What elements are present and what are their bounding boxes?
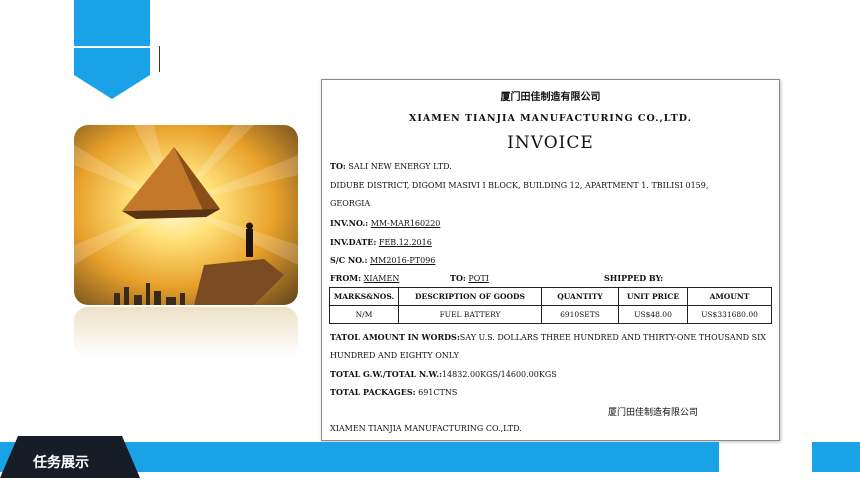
photo-reflection xyxy=(74,307,298,357)
column-header: MARKS&NOS. xyxy=(329,287,399,306)
column-header: UNIT PRICE xyxy=(618,287,688,306)
column-header: QUANTITY xyxy=(541,287,619,306)
invoice-title: INVOICE xyxy=(507,133,594,153)
goods-table: MARKS&NOS. DESCRIPTION OF GOODS QUANTITY… xyxy=(329,287,772,324)
address-line-2: GEORGIA xyxy=(330,199,371,208)
to-line: TO: SALI NEW ENERGY LTD. xyxy=(330,161,452,171)
inv-date-line: INV.DATE: FEB.12.2016 xyxy=(330,237,432,247)
table-row: N/M FUEL BATTERY 6910SETS US$48.00 US$33… xyxy=(329,305,772,324)
to-port-label: TO: POTI xyxy=(450,273,489,283)
table-header-row: MARKS&NOS. DESCRIPTION OF GOODS QUANTITY… xyxy=(329,287,772,306)
company-name-cn: 厦门田佳制造有限公司 xyxy=(500,92,601,103)
table-cell: N/M xyxy=(329,305,399,324)
signature-cn: 厦门田佳制造有限公司 xyxy=(608,408,699,418)
table-cell: 6910SETS xyxy=(541,305,619,324)
address-line-1: DIDUBE DISTRICT, DIGOMI MASIVI I BLOCK, … xyxy=(330,181,709,190)
section-label: 任务展示 xyxy=(33,455,89,471)
table-cell: US$331680.00 xyxy=(687,305,772,324)
packages-line: TOTAL PACKAGES: 691CTNS xyxy=(330,387,458,397)
table-cell: US$48.00 xyxy=(618,305,688,324)
amount-words-line: TATOL AMOUNT IN WORDS:SAY U.S. DOLLARS T… xyxy=(330,332,766,342)
sc-no-line: S/C NO.: MM2016-PT096 xyxy=(330,255,436,265)
column-header: AMOUNT xyxy=(687,287,772,306)
divider-line xyxy=(159,46,160,72)
shipped-by-label: SHIPPED BY: xyxy=(604,273,664,283)
from-label: FROM: XIAMEN xyxy=(330,273,400,283)
signature-en: XIAMEN TIANJIA MANUFACTURING CO.,LTD. xyxy=(330,424,522,433)
weight-line: TOTAL G.W./TOTAL N.W.:14832.00KGS/14600.… xyxy=(330,369,557,379)
bottom-accent-bar-right xyxy=(812,442,860,472)
amount-words-line-2: HUNDRED AND EIGHTY ONLY xyxy=(330,351,459,360)
invoice-document: 厦门田佳制造有限公司 XIAMEN TIANJIA MANUFACTURING … xyxy=(321,79,780,441)
company-name-en: XIAMEN TIANJIA MANUFACTURING CO.,LTD. xyxy=(409,113,692,124)
column-header: DESCRIPTION OF GOODS xyxy=(398,287,542,306)
inv-no-line: INV.NO.: MM-MAR160220 xyxy=(330,218,441,228)
pyramid-photo xyxy=(74,125,298,305)
table-cell: FUEL BATTERY xyxy=(398,305,542,324)
